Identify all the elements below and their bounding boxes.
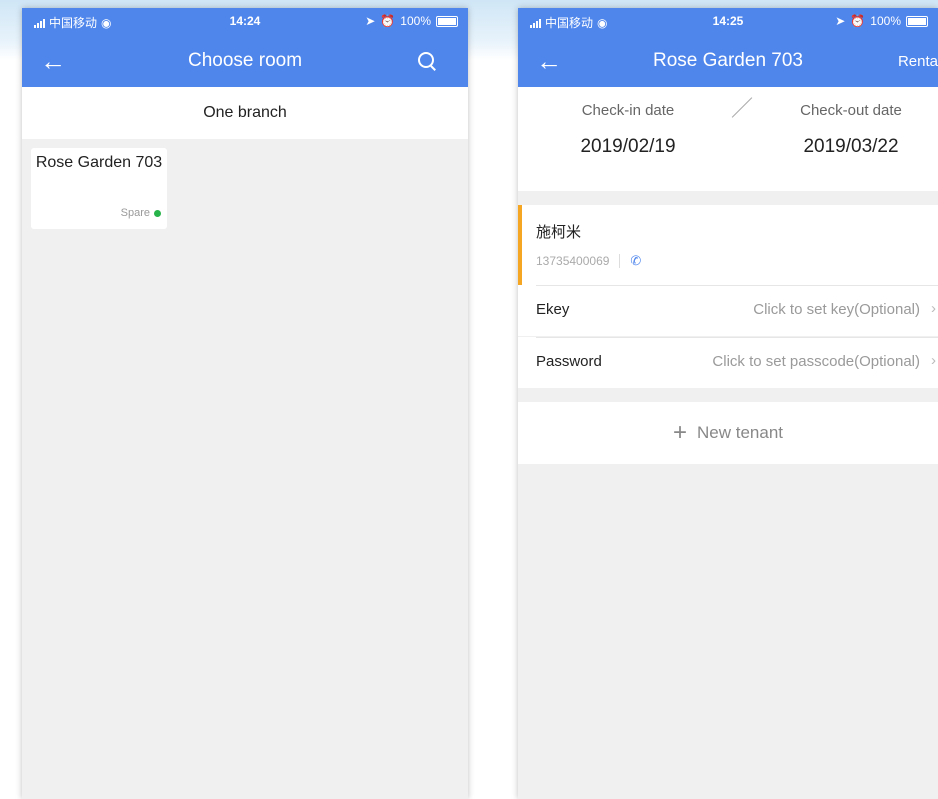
rental-action-button[interactable]: Renta [898,53,938,70]
battery-icon [906,15,928,27]
checkin-label: Check-in date [581,102,675,119]
status-bar: 中国移动 ◉ 14:24 ➤ ⏰ 100% [22,8,468,38]
tenant-phone-number: 13735400069 [536,254,610,268]
new-tenant-label: New tenant [697,423,783,442]
battery-icon [436,15,458,27]
ekey-value: Click to set key(Optional) [753,301,920,318]
alarm-icon: ⏰ [850,14,866,28]
checkout-label: Check-out date [800,102,902,119]
password-label: Password [536,353,602,370]
status-bar: 中国移动 ◉ 14:25 ➤ ⏰ 100% [518,8,938,38]
password-row[interactable]: Password Click to set passcode(Optional)… [518,337,938,388]
location-icon: ➤ [365,14,376,28]
tenant-card[interactable]: 施柯米 13735400069 ✆ [518,205,938,285]
header: 中国移动 ◉ 14:24 ➤ ⏰ 100% ← Choose room [22,8,468,87]
phone-icon[interactable]: ✆ [630,253,641,269]
plus-icon: + [672,419,687,446]
date-range: Check-in date 2019/02/19 Check-out date … [518,87,938,191]
divider [536,337,938,338]
tenant-phone: 13735400069 ✆ [536,253,641,269]
room-status-label: Spare [120,207,150,219]
checkout-date[interactable]: Check-out date 2019/03/22 [766,87,936,158]
choose-room-screen: 中国移动 ◉ 14:24 ➤ ⏰ 100% ← Choose room One … [22,8,468,799]
checkin-date[interactable]: Check-in date 2019/02/19 [543,87,713,158]
status-dot-icon [154,209,161,217]
search-icon[interactable] [416,50,438,72]
battery-percent: 100% [400,14,431,28]
ekey-row[interactable]: Ekey Click to set key(Optional) › [518,285,938,336]
page-title: Choose room [187,50,303,71]
ekey-label: Ekey [536,301,570,318]
navbar: ← Choose room [22,38,468,87]
room-detail-screen: 中国移动 ◉ 14:25 ➤ ⏰ 100% ← Rose Garden 703 … [518,8,938,799]
location-icon: ➤ [835,14,846,28]
date-separator [731,97,753,118]
room-name: Rose Garden 703 [35,154,163,171]
room-card[interactable]: Rose Garden 703 Spare [31,148,167,229]
password-value: Click to set passcode(Optional) [712,353,920,370]
navbar: ← Rose Garden 703 Renta [518,38,938,87]
divider [536,285,938,286]
branch-selector[interactable]: One branch [22,87,468,139]
divider [619,254,621,268]
checkin-value: 2019/02/19 [580,136,676,157]
status-right: ➤ ⏰ 100% [365,14,458,28]
chevron-right-icon: › [931,352,936,369]
status-right: ➤ ⏰ 100% [835,14,928,28]
new-tenant-button[interactable]: + New tenant [518,402,938,464]
tenant-accent-bar [518,205,522,285]
chevron-right-icon: › [931,300,936,317]
header: 中国移动 ◉ 14:25 ➤ ⏰ 100% ← Rose Garden 703 … [518,8,938,87]
page-title: Rose Garden 703 [653,50,803,71]
battery-percent: 100% [870,14,901,28]
alarm-icon: ⏰ [380,14,396,28]
checkout-value: 2019/03/22 [803,136,899,157]
tenant-name: 施柯米 [536,224,582,241]
room-status: Spare [121,207,161,219]
